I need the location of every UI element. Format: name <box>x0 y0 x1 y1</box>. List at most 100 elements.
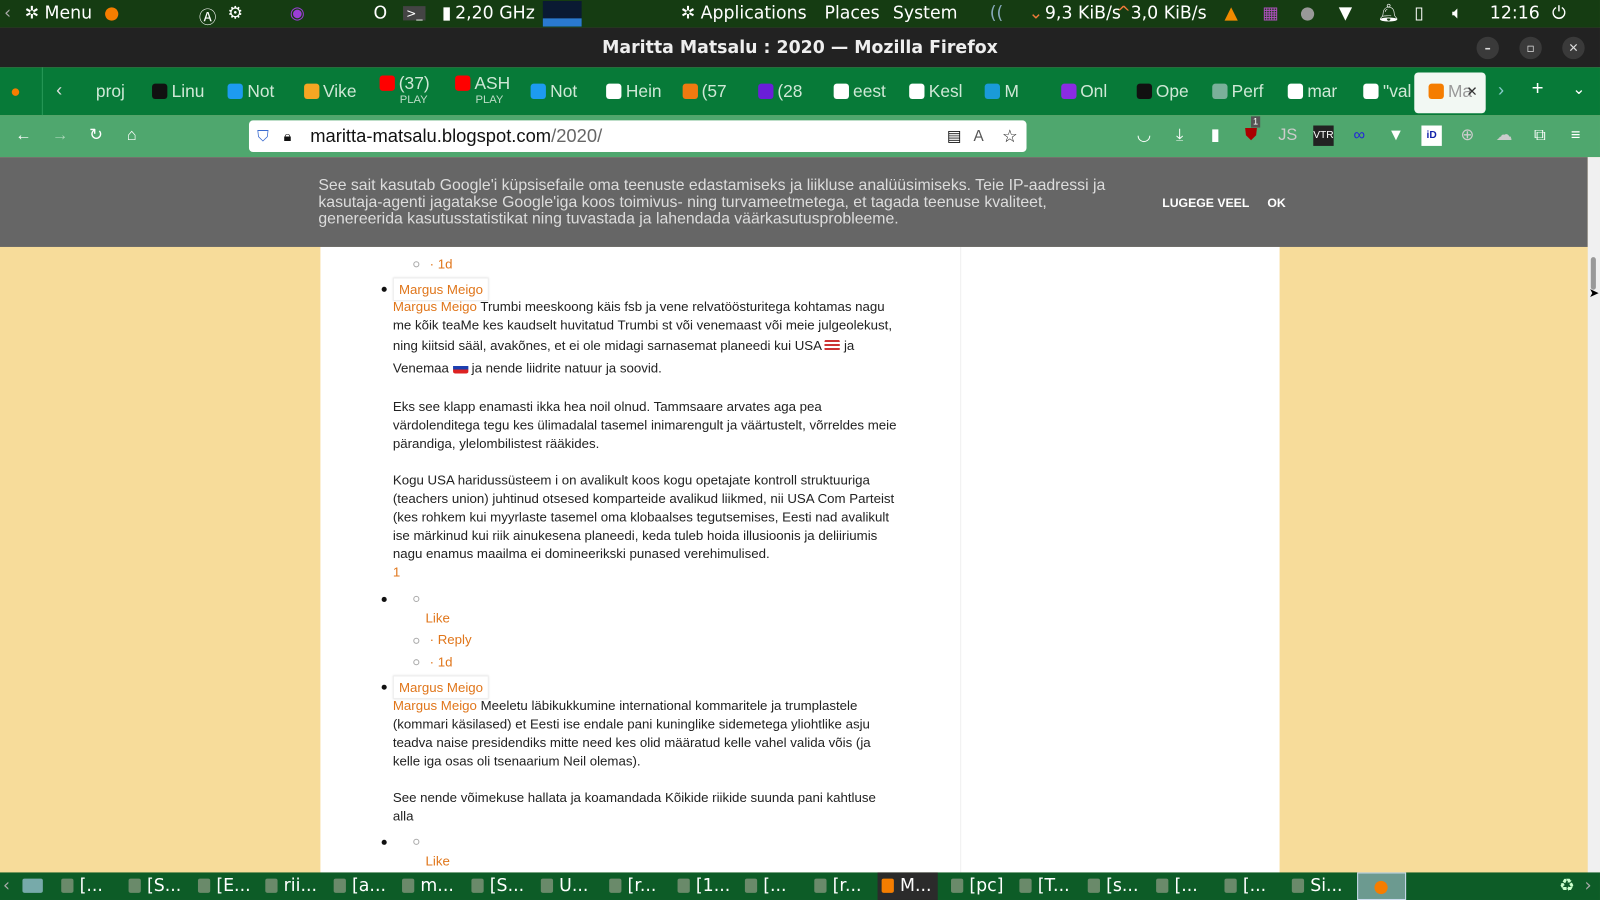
comment-author-link[interactable]: Margus Meigo <box>393 299 477 314</box>
tab[interactable]: Hein <box>604 72 677 113</box>
downloads-icon[interactable]: ⤓ <box>1169 126 1189 146</box>
reload-icon[interactable]: ↻ <box>86 126 106 146</box>
tab-scroll-left-icon[interactable]: ‹ <box>56 80 62 101</box>
tab[interactable]: proj <box>74 72 147 113</box>
app-menu-icon[interactable]: ≡ <box>1565 126 1585 146</box>
settings-gears-icon[interactable]: ⚙ <box>228 3 244 23</box>
comment-author-card[interactable]: Margus Meigo <box>392 675 489 699</box>
comment-time[interactable]: · 1d <box>430 653 453 671</box>
list-tabs-icon[interactable]: ⌄ <box>1572 80 1585 98</box>
bookmark-star-icon[interactable]: ☆ <box>1002 120 1018 152</box>
globe-extension-icon[interactable]: ⊕ <box>1457 126 1477 146</box>
taskbar-item[interactable]: [a... <box>333 872 386 900</box>
link-extension-icon[interactable]: ∞ <box>1349 126 1369 146</box>
tab[interactable]: (28 <box>756 72 829 113</box>
taskbar-item[interactable]: [1... <box>677 872 730 900</box>
new-tab-icon[interactable]: + <box>1532 78 1544 101</box>
back-icon[interactable]: ← <box>13 126 33 146</box>
pocket-icon[interactable]: ◡ <box>1134 126 1154 146</box>
taskbar-right-arrow[interactable]: › <box>1585 872 1592 900</box>
battery-icon[interactable]: ▯ <box>1414 3 1424 23</box>
taskbar-item[interactable]: U... <box>540 872 588 900</box>
url-bar[interactable]: ⛉ 🔒︎ maritta-matsalu.blogspot.com/2020/ … <box>248 120 1027 153</box>
notes-extension-icon[interactable]: ▮ <box>1205 126 1225 146</box>
places-menu[interactable]: Places <box>824 3 879 23</box>
taskbar-item[interactable]: M... <box>877 872 938 900</box>
tab[interactable]: Vike <box>302 72 375 113</box>
reader-view-icon[interactable]: ▤ <box>947 120 961 152</box>
taskbar-item[interactable]: [r... <box>814 872 862 900</box>
tab[interactable]: Ope <box>1134 72 1207 113</box>
tab[interactable]: Kesl <box>907 72 980 113</box>
taskbar-item[interactable]: m... <box>402 872 454 900</box>
tab[interactable]: Ma ✕ <box>1414 72 1486 114</box>
wifi-icon[interactable]: (( <box>990 3 1004 23</box>
cloud-extension-icon[interactable]: ☁ <box>1494 126 1514 146</box>
taskbar-item[interactable]: [T... <box>1019 872 1070 900</box>
menu-button[interactable]: ✲ Menu <box>24 3 92 23</box>
firefox-view-icon[interactable]: ● <box>10 82 20 102</box>
taskbar-item[interactable]: [... <box>744 872 787 900</box>
tab[interactable]: Onl <box>1059 72 1132 113</box>
tab[interactable]: Not <box>226 72 299 113</box>
tab[interactable]: Not <box>529 72 602 113</box>
tab[interactable]: ASH PLAY <box>453 72 526 113</box>
tab[interactable]: mar <box>1286 72 1359 113</box>
home-icon[interactable]: ⌂ <box>121 126 141 146</box>
search-tool-icon[interactable]: Ⓐ <box>199 3 216 29</box>
tor-browser-icon[interactable]: ◉ <box>290 3 305 23</box>
audio-app-icon[interactable]: ▦ <box>1262 3 1278 23</box>
js-extension-icon[interactable]: JS <box>1278 126 1298 146</box>
maximize-button[interactable]: ▫ <box>1519 36 1542 60</box>
like-button[interactable]: Like <box>426 852 450 870</box>
taskbar-item[interactable]: [... <box>1224 872 1266 900</box>
tab[interactable]: (57 <box>680 72 753 113</box>
extensions-icon[interactable]: ⧉ <box>1530 126 1550 146</box>
cookie-ok-button[interactable]: OK <box>1267 195 1285 212</box>
power-icon[interactable]: ⏻ <box>1552 3 1566 23</box>
reply-button[interactable]: · Reply <box>430 631 472 649</box>
panel-left-arrow[interactable]: ‹ <box>4 3 11 23</box>
taskbar-item[interactable]: [S... <box>128 872 181 900</box>
taskbar-firefox-active[interactable]: ● <box>1357 872 1407 900</box>
trash-icon[interactable]: ♻ <box>1559 872 1575 900</box>
close-tab-icon[interactable]: ✕ <box>1466 72 1477 111</box>
taskbar-left-arrow[interactable]: ‹ <box>3 872 10 900</box>
taskbar-item[interactable]: [pc] <box>951 872 1003 900</box>
tab[interactable]: Perf <box>1210 72 1283 113</box>
tracking-shield-icon[interactable]: ⛉ <box>257 120 268 152</box>
lock-icon[interactable]: 🔒︎ <box>284 120 292 152</box>
taskbar-item[interactable]: [s... <box>1087 872 1138 900</box>
minimize-button[interactable]: – <box>1476 36 1499 60</box>
tray-circle-icon[interactable]: ● <box>1300 3 1315 23</box>
ublock-icon[interactable]: ⛊ 1 <box>1241 116 1261 146</box>
firefox-launcher-icon[interactable]: ● <box>104 3 119 23</box>
taskbar-item[interactable]: rii... <box>265 872 317 900</box>
show-desktop-icon[interactable] <box>22 878 43 893</box>
opera-icon[interactable]: O <box>373 3 387 23</box>
taskbar-item[interactable]: [r... <box>609 872 656 900</box>
like-count[interactable]: 1 <box>393 563 897 581</box>
tab[interactable]: M <box>983 72 1056 113</box>
tab[interactable]: Linu <box>150 72 223 113</box>
taskbar-item[interactable]: [... <box>1156 872 1198 900</box>
vlc-icon[interactable]: ▲ <box>1224 3 1237 23</box>
tab[interactable]: (37) PLAY <box>377 72 450 113</box>
taskbar-item[interactable]: [S... <box>471 872 524 900</box>
system-menu[interactable]: System <box>893 3 958 23</box>
forward-icon[interactable]: → <box>50 126 70 146</box>
translate-icon[interactable]: A <box>973 120 983 152</box>
applications-menu[interactable]: ✲ Applications <box>681 3 807 23</box>
filter-extension-icon[interactable]: ▼ <box>1386 126 1406 146</box>
taskbar-item[interactable]: [... <box>61 872 103 900</box>
id-extension-icon[interactable]: iD <box>1421 125 1442 146</box>
like-button[interactable]: Like <box>426 609 450 627</box>
read-more-button[interactable]: LUGEGE VEEL <box>1162 195 1249 212</box>
tab-scroll-right-icon[interactable]: › <box>1498 80 1504 101</box>
clock[interactable]: 12:16 <box>1490 3 1540 23</box>
network-icon[interactable]: ▼ <box>1339 3 1352 23</box>
comment-author-link[interactable]: Margus Meigo <box>393 698 477 713</box>
taskbar-item[interactable]: [E... <box>197 872 251 900</box>
vtr-extension-icon[interactable]: VTR <box>1313 125 1334 146</box>
close-window-button[interactable]: ✕ <box>1562 36 1585 60</box>
